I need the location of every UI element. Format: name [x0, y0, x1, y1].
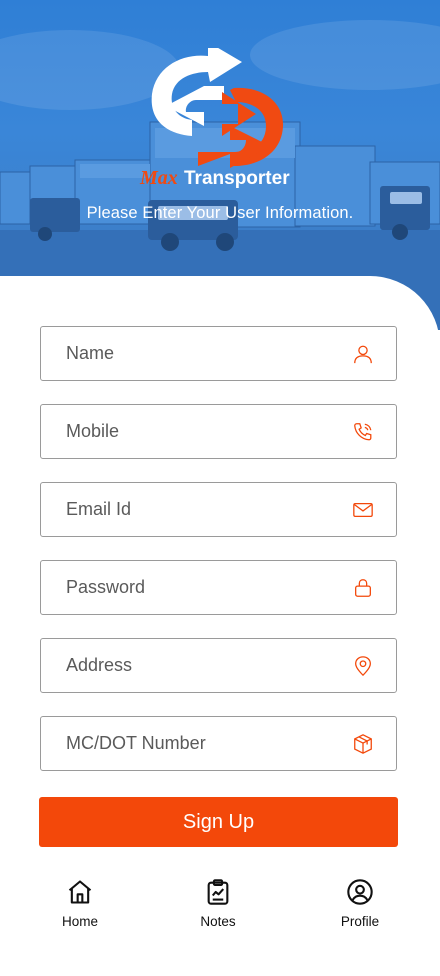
nav-label-notes: Notes	[200, 914, 236, 929]
phone-icon	[354, 423, 372, 441]
address-input[interactable]	[41, 639, 331, 692]
address-field[interactable]	[40, 638, 397, 693]
name-input[interactable]	[41, 327, 331, 380]
profile-icon	[347, 879, 373, 905]
nav-item-notes[interactable]: Notes	[178, 878, 258, 929]
bottom-nav: Home Notes Profile	[0, 870, 440, 956]
mobile-input[interactable]	[41, 405, 331, 458]
nav-item-home[interactable]: Home	[40, 878, 120, 929]
logo-brand-prefix: Max	[139, 167, 178, 189]
password-input[interactable]	[41, 561, 331, 614]
mc-dot-number-input[interactable]	[41, 717, 331, 770]
home-icon	[68, 880, 92, 904]
user-icon	[354, 345, 372, 364]
box-icon	[354, 734, 372, 754]
mc-dot-number-field[interactable]	[40, 716, 397, 771]
mobile-field[interactable]	[40, 404, 397, 459]
location-pin-icon	[355, 656, 371, 677]
nav-item-profile[interactable]: Profile	[320, 878, 400, 929]
mail-icon	[353, 502, 373, 518]
clipboard-icon	[207, 879, 229, 905]
password-field[interactable]	[40, 560, 397, 615]
name-field[interactable]	[40, 326, 397, 381]
nav-label-profile: Profile	[340, 914, 380, 929]
email-input[interactable]	[41, 483, 331, 536]
email-field[interactable]	[40, 482, 397, 537]
tagline-text: Please Enter Your User Information.	[86, 204, 354, 222]
nav-label-home: Home	[61, 914, 98, 929]
logo-brand-suffix: Transporter	[184, 168, 290, 189]
max-transporter-logo: Max Transporter	[139, 48, 290, 189]
lock-icon	[355, 579, 371, 597]
sign-up-button[interactable]: Sign Up	[39, 797, 398, 847]
